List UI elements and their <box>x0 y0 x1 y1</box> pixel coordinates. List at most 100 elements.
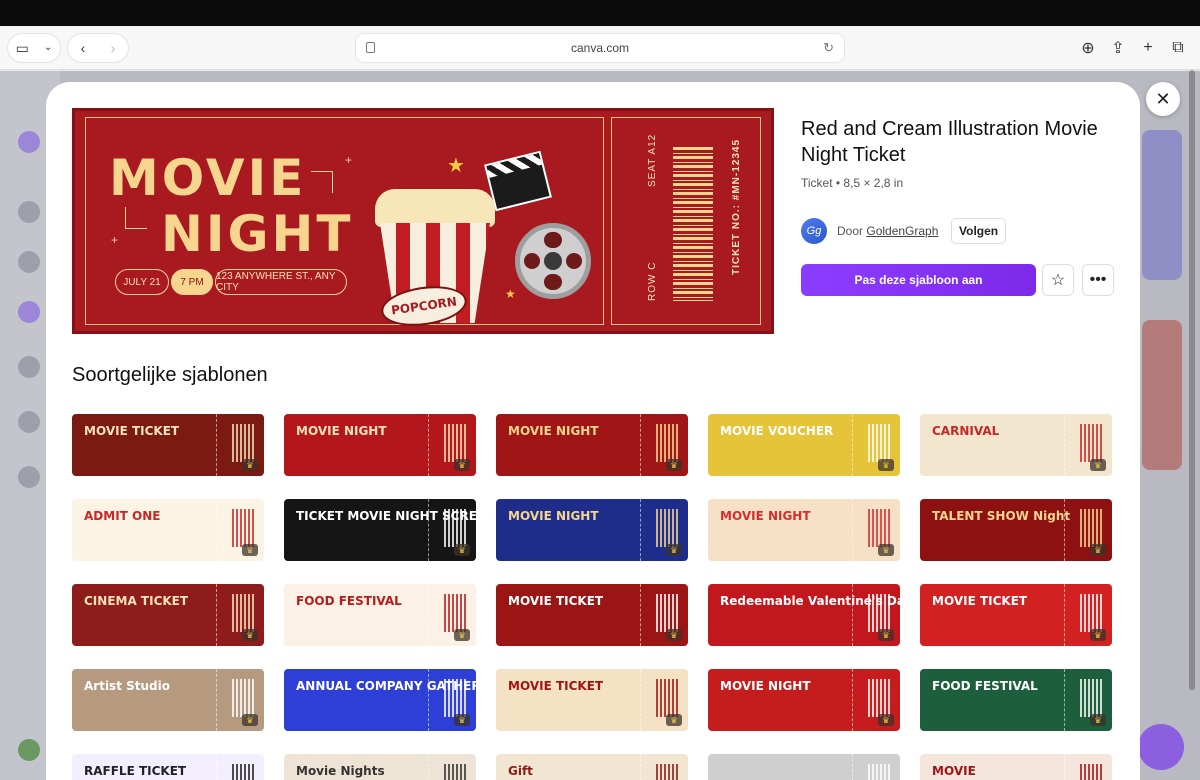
template-card[interactable]: MOVIE NIGHT ♛ <box>496 414 688 476</box>
bg-sidebar-user <box>18 739 40 761</box>
template-card[interactable]: ANNUAL COMPANY GATHERING♛ <box>284 669 476 731</box>
tabs-overview-icon[interactable]: ⧉ <box>1168 34 1188 62</box>
favorite-button[interactable]: ☆ <box>1042 264 1074 296</box>
address-pill: 123 ANYWHERE ST., ANY CITY <box>215 269 347 295</box>
sidebar-toggle-group[interactable]: ▭ ⌄ <box>8 34 60 62</box>
bg-sidebar-item <box>18 251 40 273</box>
template-card[interactable]: FOOD FESTIVAL ♛ <box>920 669 1112 731</box>
reel-hole <box>524 253 540 269</box>
template-card[interactable]: MOVIE VOUCHER ♛ <box>708 414 900 476</box>
template-card[interactable]: MOVIE NIGHT ♛ <box>708 669 900 731</box>
reel-hole <box>566 253 582 269</box>
template-card[interactable]: ADMIT ONE ♛ <box>72 499 264 561</box>
template-card[interactable]: MOVIE NIGHT ♛ <box>284 414 476 476</box>
template-card-title: MOVIE <box>932 764 976 778</box>
back-icon[interactable]: ‹ <box>81 41 86 55</box>
address-text: canva.com <box>570 41 630 55</box>
chevron-down-icon[interactable]: ⌄ <box>44 43 52 53</box>
star-outline-icon: ☆ <box>1050 272 1066 289</box>
premium-crown-icon: ♛ <box>454 544 470 556</box>
template-card[interactable]: Artist Studio ♛ <box>72 669 264 731</box>
template-card[interactable]: CINEMA TICKET ♛ <box>72 584 264 646</box>
date-pill: JULY 21 <box>115 269 169 295</box>
author-link[interactable]: GoldenGraph <box>866 224 938 238</box>
template-card[interactable]: TALENT SHOW Night ♛ <box>920 499 1112 561</box>
template-card[interactable]: CARNIVAL ♛ <box>920 414 1112 476</box>
template-card[interactable]: MOVIE TICKET ♛ <box>496 584 688 646</box>
premium-crown-icon: ♛ <box>1090 629 1106 641</box>
barcode <box>232 679 254 717</box>
customize-template-button[interactable]: Pas deze sjabloon aan <box>801 264 1036 296</box>
template-card[interactable]: MOVIE NIGHT ♛ <box>708 499 900 561</box>
similar-templates-heading: Soortgelijke sjablonen <box>72 364 268 386</box>
template-card-title: MOVIE NIGHT <box>296 424 387 438</box>
template-card[interactable]: MOVIE NIGHT ♛ <box>496 499 688 561</box>
reload-icon[interactable]: ↻ <box>823 40 834 56</box>
premium-crown-icon: ♛ <box>454 714 470 726</box>
toolbar-actions: ⊕ ⇪ + ⧉ <box>1078 34 1188 62</box>
follow-button[interactable]: Volgen <box>951 218 1007 244</box>
browser-toolbar: ▭ ⌄ ‹ › canva.com ↻ ⊕ ⇪ + ⧉ <box>0 26 1200 70</box>
download-icon[interactable]: ⊕ <box>1078 34 1098 62</box>
premium-crown-icon: ♛ <box>666 714 682 726</box>
more-icon: ••• <box>1089 271 1107 288</box>
template-card[interactable]: MOVIE TICKET ♛ <box>496 669 688 731</box>
premium-crown-icon: ♛ <box>454 629 470 641</box>
barcode <box>868 424 890 462</box>
bg-right-card <box>1142 320 1182 470</box>
template-card[interactable]: MOVIE TICKET ♛ <box>72 414 264 476</box>
barcode <box>1080 679 1102 717</box>
template-card-title: CARNIVAL <box>932 424 1000 438</box>
template-card[interactable]: MOVIE TICKET ♛ <box>920 584 1112 646</box>
close-icon: ✕ <box>1155 88 1171 109</box>
template-card-title: ADMIT ONE <box>84 509 161 523</box>
barcode <box>232 594 254 632</box>
premium-crown-icon: ♛ <box>666 544 682 556</box>
new-tab-icon[interactable]: + <box>1138 34 1158 62</box>
template-card[interactable]: ♛ <box>708 754 900 780</box>
page-scrollbar[interactable] <box>1189 70 1195 690</box>
template-card[interactable]: Redeemable Valentine's Day Ticket♛ <box>708 584 900 646</box>
bg-sidebar-item <box>18 301 40 323</box>
star-icon: ★ <box>505 287 516 301</box>
premium-crown-icon: ♛ <box>242 459 258 471</box>
template-card-title: Artist Studio <box>84 679 170 693</box>
template-card[interactable]: TICKET MOVIE NIGHT SCREENINGS♛ <box>284 499 476 561</box>
forward-icon[interactable]: › <box>111 41 116 55</box>
star-icon: ★ <box>447 155 465 177</box>
barcode <box>868 594 890 632</box>
reel-hole <box>544 232 562 248</box>
barcode <box>1080 764 1102 780</box>
template-preview[interactable]: MOVIE NIGHT JULY 21 7 PM 123 ANYWHERE ST… <box>72 108 774 334</box>
barcode <box>656 509 678 547</box>
premium-crown-icon: ♛ <box>666 459 682 471</box>
template-card[interactable]: Movie Nights♛ <box>284 754 476 780</box>
barcode <box>656 679 678 717</box>
template-card-title: MOVIE NIGHT <box>508 424 599 438</box>
template-card[interactable]: Gift♛ <box>496 754 688 780</box>
bg-sidebar-item <box>18 466 40 488</box>
template-card[interactable]: MOVIE♛ <box>920 754 1112 780</box>
author-avatar[interactable]: Gg <box>801 218 827 244</box>
share-icon[interactable]: ⇪ <box>1108 34 1128 62</box>
premium-crown-icon: ♛ <box>878 544 894 556</box>
template-card-title: MOVIE NIGHT <box>720 509 811 523</box>
barcode <box>868 509 890 547</box>
sparkle-icon: + <box>111 233 119 247</box>
row-label: ROW C <box>647 261 658 301</box>
template-card-title: CINEMA TICKET <box>84 594 189 608</box>
barcode <box>232 764 254 780</box>
more-options-button[interactable]: ••• <box>1082 264 1114 296</box>
premium-crown-icon: ♛ <box>1090 544 1106 556</box>
address-bar[interactable]: canva.com ↻ <box>356 34 844 62</box>
template-card[interactable]: FOOD FESTIVAL ♛ <box>284 584 476 646</box>
close-modal-button[interactable]: ✕ <box>1146 82 1180 116</box>
barcode <box>868 764 890 780</box>
time-pill: 7 PM <box>171 269 213 295</box>
popcorn-top <box>375 189 495 227</box>
corner-bracket <box>125 207 147 229</box>
template-card-title: FOOD FESTIVAL <box>932 679 1038 693</box>
sidebar-icon[interactable]: ▭ <box>16 41 29 55</box>
template-card[interactable]: RAFFLE TICKET♛ <box>72 754 264 780</box>
template-card-title: MOVIE NIGHT <box>508 509 599 523</box>
